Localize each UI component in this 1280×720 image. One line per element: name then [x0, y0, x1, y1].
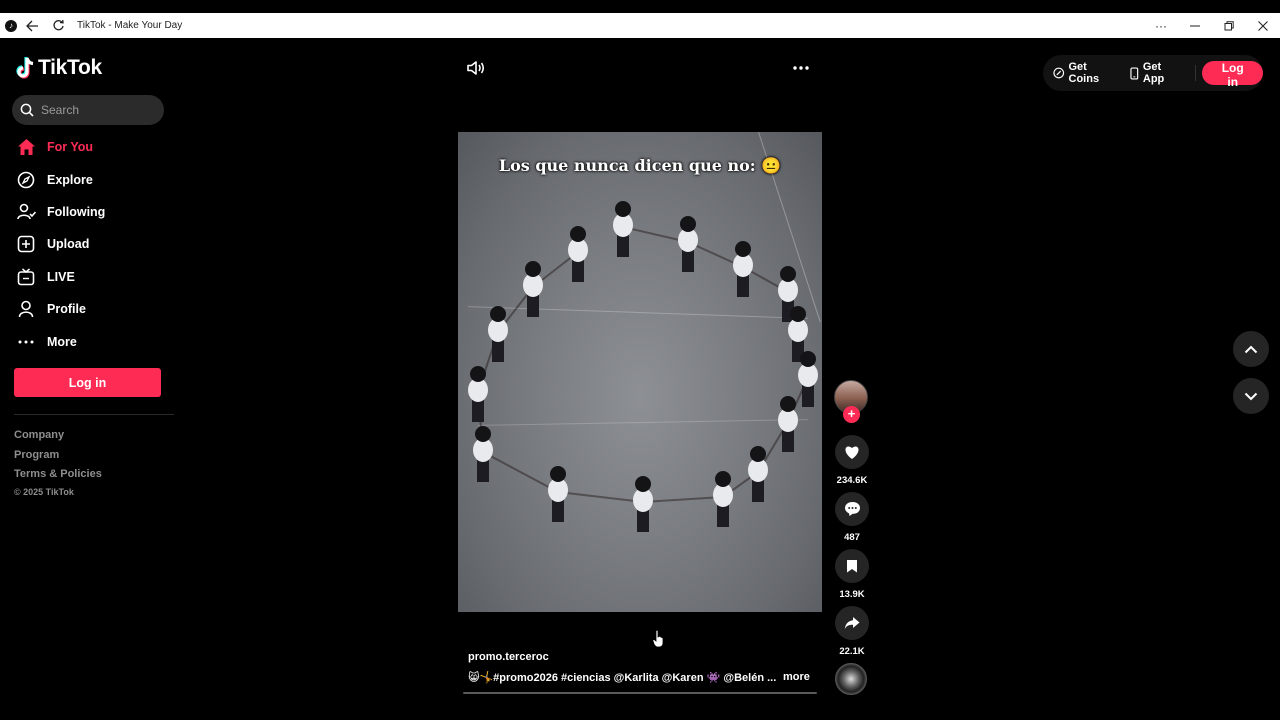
top-login-button[interactable]: Log in — [1202, 61, 1263, 89]
person-figure — [523, 261, 543, 317]
footer-link-terms[interactable]: Terms & Policies — [14, 467, 102, 487]
music-disc[interactable] — [835, 663, 867, 695]
video-progress-bar[interactable] — [463, 692, 817, 694]
share-icon[interactable] — [835, 606, 869, 640]
person-figure — [678, 216, 698, 272]
person-figure — [473, 426, 493, 482]
tiktok-logo-icon — [16, 57, 34, 79]
share-count: 22.1K — [839, 646, 865, 657]
chevron-down-icon — [1244, 392, 1258, 400]
mouse-cursor-icon — [652, 629, 664, 653]
person-figure — [713, 471, 733, 527]
profile-icon — [14, 297, 38, 321]
sidebar-item-label: More — [47, 334, 77, 349]
video-overlay-caption: Los que nunca dicen que no: 😐 — [498, 156, 782, 175]
search-icon — [20, 103, 34, 117]
sidebar-item-label: Following — [47, 204, 106, 219]
brand-name: TikTok — [38, 56, 102, 79]
save-action[interactable]: 13.9K — [834, 549, 870, 600]
sidebar-item-label: Upload — [47, 237, 90, 252]
chevron-up-icon — [1244, 345, 1258, 353]
app-icon: ♪ — [5, 19, 17, 32]
sidebar-item-label: Explore — [47, 172, 93, 187]
next-video-button[interactable] — [1233, 378, 1269, 414]
person-figure — [548, 466, 568, 522]
video-author[interactable]: promo.terceroc — [468, 651, 549, 663]
window-menu-dots-icon[interactable]: ··· — [1144, 13, 1178, 38]
sidebar-login-button[interactable]: Log in — [14, 368, 161, 397]
more-dots-icon — [14, 330, 38, 354]
get-app-label: Get App — [1142, 61, 1165, 85]
comment-icon[interactable] — [835, 492, 869, 526]
person-figure — [798, 351, 818, 407]
tiktok-logo[interactable]: TikTok — [16, 56, 102, 80]
sidebar-item-following[interactable]: Following — [14, 196, 174, 228]
search-input[interactable] — [41, 103, 151, 117]
video-player[interactable]: Los que nunca dicen que no: 😐 — [458, 132, 822, 612]
search-bar[interactable] — [12, 95, 164, 125]
copyright-text: © 2025 TikTok — [14, 486, 74, 497]
sidebar-footer: Company Program Terms & Policies © 2025 … — [14, 428, 102, 497]
sidebar-divider — [14, 414, 174, 415]
like-count: 234.6K — [836, 475, 868, 486]
back-arrow-icon[interactable] — [21, 15, 43, 37]
previous-video-button[interactable] — [1233, 331, 1269, 367]
person-figure — [633, 476, 653, 532]
home-icon — [14, 135, 38, 159]
video-description: 😸🤸#promo2026 #ciencias @Karlita @Karen 👾… — [468, 671, 776, 684]
compass-icon — [14, 168, 38, 192]
save-count: 13.9K — [839, 589, 865, 600]
phone-icon — [1130, 66, 1139, 80]
minimize-icon[interactable] — [1178, 13, 1212, 38]
sidebar-item-profile[interactable]: Profile — [14, 293, 174, 325]
volume-icon[interactable] — [466, 58, 486, 78]
refresh-icon[interactable] — [47, 15, 69, 37]
get-app-button[interactable]: Get App — [1130, 61, 1183, 85]
comment-action[interactable]: 487 — [834, 492, 870, 543]
window-title: TikTok - Make Your Day — [77, 20, 183, 31]
top-actions-bar: Get Coins Get App Log in — [1043, 55, 1263, 91]
sidebar-item-label: For You — [47, 140, 94, 155]
sidebar-item-explore[interactable]: Explore — [14, 163, 174, 195]
more-label: more — [783, 671, 810, 683]
sidebar-item-live[interactable]: LIVE — [14, 261, 174, 293]
person-figure — [748, 446, 768, 502]
title-bar-strip — [0, 0, 1280, 13]
top-actions-divider — [1195, 65, 1197, 81]
sidebar-item-for-you[interactable]: For You — [14, 131, 174, 163]
follow-plus-icon[interactable]: + — [843, 406, 860, 423]
window-chrome: ♪ TikTok - Make Your Day ··· — [0, 13, 1280, 38]
live-icon — [14, 265, 38, 289]
person-figure — [733, 241, 753, 297]
restore-icon[interactable] — [1212, 13, 1246, 38]
video-frame-people-circle — [468, 201, 818, 532]
get-coins-label: Get Coins — [1068, 61, 1100, 85]
person-figure — [568, 226, 588, 282]
share-action[interactable]: 22.1K — [834, 606, 870, 657]
person-figure — [613, 201, 633, 257]
person-figure — [468, 366, 488, 422]
like-action[interactable]: 234.6K — [834, 435, 870, 486]
upload-icon — [14, 232, 38, 256]
sidebar-item-label: LIVE — [47, 269, 75, 284]
person-figure — [778, 396, 798, 452]
footer-link-company[interactable]: Company — [14, 428, 102, 448]
get-coins-button[interactable]: Get Coins — [1053, 61, 1118, 85]
comment-count: 487 — [844, 532, 860, 543]
sidebar-nav: For You Explore Following Upload LIVE Pr… — [14, 131, 174, 358]
close-icon[interactable] — [1246, 13, 1280, 38]
sidebar-item-upload[interactable]: Upload — [14, 228, 174, 260]
footer-link-program[interactable]: Program — [14, 448, 102, 468]
more-link[interactable]: more — [783, 671, 810, 683]
following-icon — [14, 200, 38, 224]
video-options-dots-icon[interactable] — [790, 58, 812, 78]
sidebar-item-label: Profile — [47, 302, 86, 317]
heart-icon[interactable] — [835, 435, 869, 469]
sidebar-item-more[interactable]: More — [14, 325, 174, 357]
bookmark-icon[interactable] — [835, 549, 869, 583]
coin-icon — [1053, 67, 1065, 79]
video-description-text: 😸🤸#promo2026 #ciencias @Karlita @Karen 👾… — [468, 672, 777, 684]
